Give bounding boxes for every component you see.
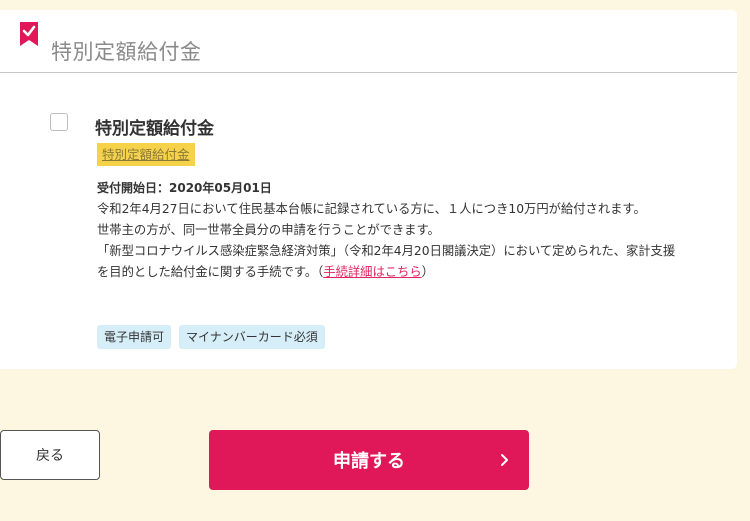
badge-list: 電子申請可 マイナンバーカード必須 — [97, 325, 325, 349]
apply-button[interactable]: 申請する — [209, 430, 529, 490]
description-line: 令和2年4月27日において住民基本台帳に記録されている方に、１人につき10万円が… — [97, 202, 646, 216]
bookmark-check-icon — [20, 22, 38, 46]
procedure-detail-link[interactable]: 手続詳細はこちら — [323, 265, 421, 279]
category-tag[interactable]: 特別定額給付金 — [97, 143, 195, 166]
apply-button-label: 申請する — [333, 451, 405, 472]
procedure-details: 受付開始日：2020年05月01日 令和2年4月27日において住民基本台帳に記録… — [97, 178, 682, 283]
procedure-title: 特別定額給付金 — [95, 119, 214, 139]
chevron-right-icon — [501, 454, 508, 466]
divider — [0, 72, 737, 73]
card-header-title: 特別定額給付金 — [51, 40, 202, 64]
procedure-checkbox[interactable] — [50, 113, 68, 131]
start-date: 受付開始日：2020年05月01日 — [97, 181, 272, 195]
description-text-end: ） — [421, 265, 434, 279]
description-line: 世帯主の方が、同一世帯全員分の申請を行うことができます。 — [97, 223, 440, 237]
procedure-card: 特別定額給付金 特別定額給付金 特別定額給付金 受付開始日：2020年05月01… — [0, 10, 737, 369]
description-line: 「新型コロナウイルス感染症緊急経済対策」（令和2年4月20日閣議決定）において定… — [97, 241, 682, 283]
back-button[interactable]: 戻る — [0, 430, 100, 480]
badge-online-application: 電子申請可 — [97, 325, 172, 349]
badge-mynumber-required: マイナンバーカード必須 — [179, 325, 325, 349]
